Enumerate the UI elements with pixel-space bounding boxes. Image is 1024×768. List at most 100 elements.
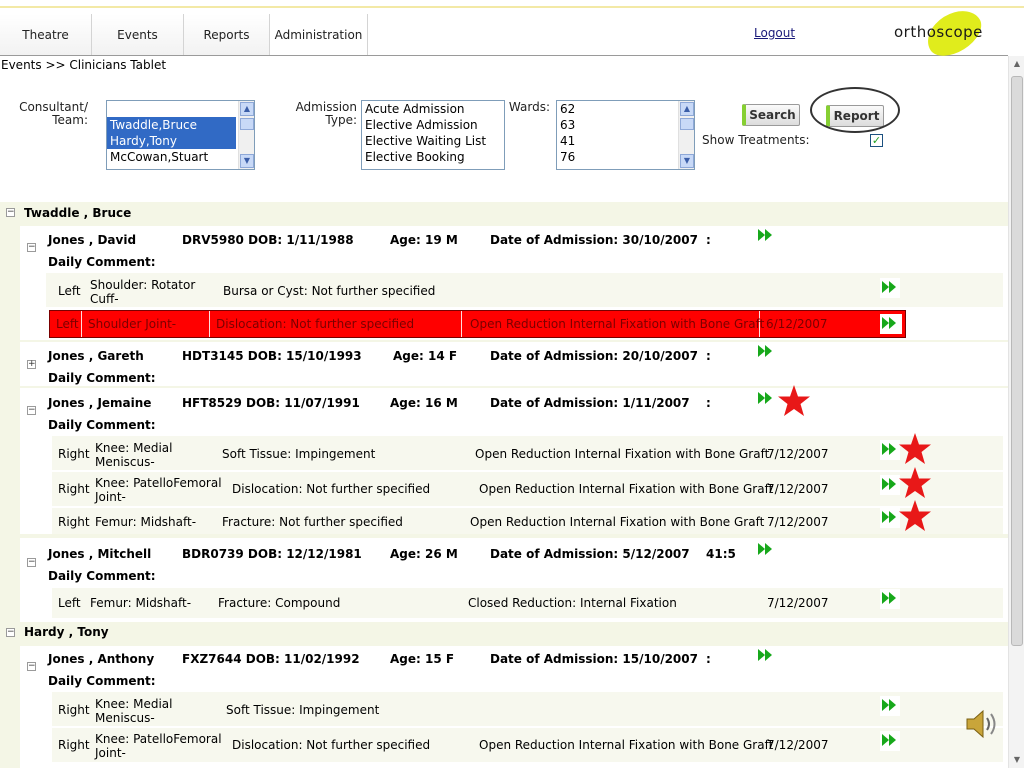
patient-admission-date: Date of Admission: 30/10/2007 — [490, 233, 698, 247]
fast-forward-icon[interactable] — [880, 475, 900, 495]
patient-admission-date: Date of Admission: 20/10/2007 — [490, 349, 698, 363]
ward-option[interactable]: 62 — [557, 101, 694, 117]
consultant-option[interactable] — [107, 101, 254, 117]
scroll-up-icon[interactable]: ▲ — [240, 102, 254, 116]
admission-option[interactable]: Elective Booking — [362, 149, 504, 165]
top-border — [0, 6, 1024, 8]
expand-icon[interactable]: + — [27, 360, 36, 369]
patient-name: Jones , Mitchell — [48, 547, 152, 561]
treatment-date: 7/12/2007 — [767, 447, 829, 461]
patient-name: Jones , Anthony — [48, 652, 155, 666]
treatment-diagnosis: Soft Tissue: Impingement — [226, 703, 380, 717]
collapse-icon[interactable]: − — [6, 208, 15, 217]
admission-option[interactable]: Elective Admission — [362, 117, 504, 133]
collapse-icon[interactable]: − — [27, 243, 36, 252]
treatment-side: Left — [56, 311, 82, 337]
patient-age: Age: 16 M — [390, 396, 458, 410]
patient-bed: : — [706, 396, 711, 410]
treatment-diagnosis: Dislocation: Not further specified — [216, 311, 462, 337]
fast-forward-icon[interactable] — [756, 226, 776, 246]
daily-comment-label: Daily Comment: — [48, 371, 156, 385]
tab-reports[interactable]: Reports — [184, 14, 270, 55]
fast-forward-icon[interactable] — [756, 646, 776, 666]
ward-option[interactable]: 41 — [557, 133, 694, 149]
wards-listbox[interactable]: 62 63 41 76 ▲ ▼ — [556, 100, 695, 170]
treatment-side: Left — [58, 596, 81, 610]
treatment-diagnosis: Fracture: Not further specified — [222, 515, 403, 529]
treatment-date: 7/12/2007 — [767, 738, 829, 752]
treatment-procedure: Open Reduction Internal Fixation with Bo… — [475, 447, 770, 461]
scroll-down-icon[interactable]: ▼ — [240, 154, 254, 168]
ward-option[interactable]: 63 — [557, 117, 694, 133]
collapse-icon[interactable]: − — [27, 558, 36, 567]
collapse-icon[interactable]: − — [6, 628, 15, 637]
show-treatments-checkbox[interactable]: ✓ — [870, 134, 883, 147]
wards-label: Wards: — [508, 100, 550, 114]
fast-forward-icon[interactable] — [880, 731, 900, 751]
daily-comment-label: Daily Comment: — [48, 569, 156, 583]
collapse-icon[interactable]: − — [27, 406, 36, 415]
patient-bed: 41:5 — [706, 547, 736, 561]
patient-id-dob: BDR0739 DOB: 12/12/1981 — [182, 547, 362, 561]
consultant-listbox[interactable]: Twaddle,Bruce Hardy,Tony McCowan,Stuart … — [106, 100, 255, 170]
search-button[interactable]: Search — [742, 104, 800, 126]
fast-forward-icon[interactable] — [880, 589, 900, 609]
patient-name: Jones , David — [48, 233, 137, 247]
consultant-scrollbar[interactable]: ▲ ▼ — [238, 101, 254, 169]
patient-age: Age: 19 M — [390, 233, 458, 247]
nav-bar: Theatre Events Reports Administration — [0, 14, 1008, 56]
fast-forward-icon[interactable] — [880, 508, 900, 528]
consultant-option[interactable]: Hardy,Tony — [107, 133, 236, 149]
scroll-down-icon[interactable]: ▼ — [680, 154, 694, 168]
treatment-date: 7/12/2007 — [767, 482, 829, 496]
fast-forward-icon[interactable] — [880, 314, 902, 334]
treatment-date: 7/12/2007 — [767, 515, 829, 529]
scroll-thumb[interactable] — [1011, 76, 1023, 646]
fast-forward-icon[interactable] — [756, 540, 776, 560]
tab-events[interactable]: Events — [92, 14, 184, 55]
scroll-thumb[interactable] — [680, 118, 694, 130]
admission-type-listbox[interactable]: Acute Admission Elective Admission Elect… — [361, 100, 505, 170]
fast-forward-icon[interactable] — [756, 342, 776, 362]
fast-forward-icon[interactable] — [880, 696, 900, 716]
ward-option[interactable]: 76 — [557, 149, 694, 165]
consultant-name: Twaddle , Bruce — [24, 206, 132, 220]
fast-forward-icon[interactable] — [756, 389, 776, 409]
admission-option[interactable]: Acute Admission — [362, 101, 504, 117]
patient-name: Jones , Gareth — [48, 349, 144, 363]
patient-id-dob: HDT3145 DOB: 15/10/1993 — [182, 349, 362, 363]
treatment-side: Left — [58, 284, 81, 298]
fast-forward-icon[interactable] — [880, 440, 900, 460]
tab-theatre[interactable]: Theatre — [0, 14, 92, 55]
scroll-thumb[interactable] — [240, 118, 254, 130]
wards-scrollbar[interactable]: ▲ ▼ — [678, 101, 694, 169]
admission-option[interactable]: Elective Waiting List — [362, 133, 504, 149]
treatment-diagnosis: Fracture: Compound — [218, 596, 341, 610]
treatment-procedure: Open Reduction Internal Fixation with Bo… — [479, 738, 774, 752]
treatment-diagnosis: Dislocation: Not further specified — [232, 738, 431, 752]
treatment-diagnosis: Bursa or Cyst: Not further specified — [223, 284, 436, 298]
patient-bed: : — [706, 233, 711, 247]
scroll-up-icon[interactable]: ▲ — [1011, 58, 1023, 70]
treatment-side: Right — [58, 447, 90, 461]
treatment-side: Right — [58, 482, 90, 496]
treatment-row-highlighted[interactable]: Left Shoulder Joint- Dislocation: Not fu… — [49, 310, 906, 338]
treatment-row[interactable] — [52, 692, 1003, 726]
patient-id-dob: FXZ7644 DOB: 11/02/1992 — [182, 652, 360, 666]
scroll-down-icon[interactable]: ▼ — [1011, 754, 1023, 766]
consultant-option[interactable]: McCowan,Stuart — [107, 149, 254, 165]
speaker-icon[interactable] — [963, 706, 1003, 742]
admission-type-label: Admission Type: — [295, 100, 357, 127]
page-scrollbar[interactable]: ▲ ▼ — [1008, 56, 1024, 768]
daily-comment-label: Daily Comment: — [48, 418, 156, 432]
treatment-procedure: Open Reduction Internal Fixation with Bo… — [470, 311, 764, 337]
treatment-date: 6/12/2007 — [766, 317, 828, 331]
fast-forward-icon[interactable] — [880, 278, 900, 298]
collapse-icon[interactable]: − — [27, 662, 36, 671]
tab-administration[interactable]: Administration — [270, 14, 368, 55]
logout-link[interactable]: Logout — [754, 26, 795, 40]
patient-id-dob: HFT8529 DOB: 11/07/1991 — [182, 396, 360, 410]
treatment-site: Knee: PatelloFemoral Joint- — [95, 476, 222, 504]
consultant-option[interactable]: Twaddle,Bruce — [107, 117, 236, 133]
scroll-up-icon[interactable]: ▲ — [680, 102, 694, 116]
